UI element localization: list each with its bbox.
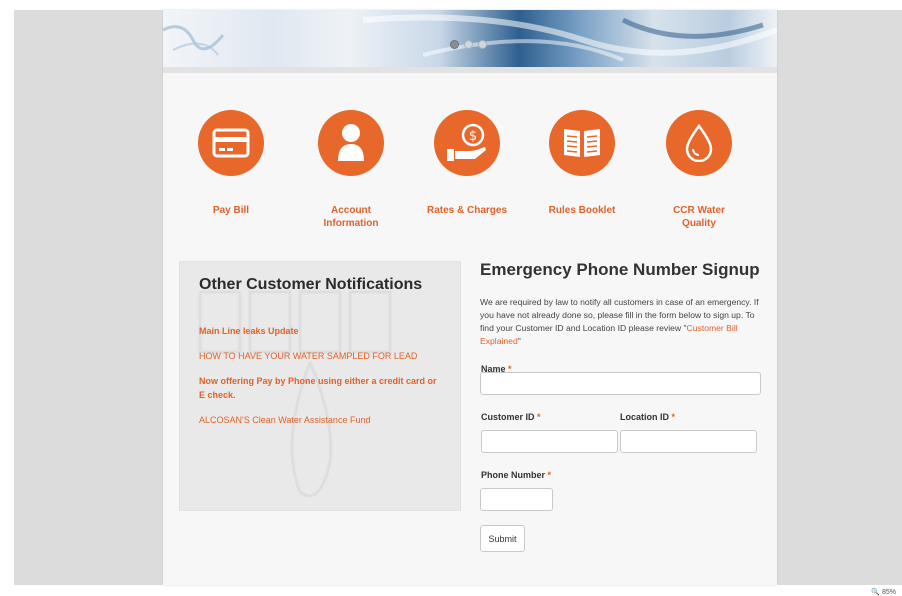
booklet-icon[interactable] — [549, 110, 615, 176]
label-text: Customer ID — [481, 412, 535, 422]
location-id-input[interactable] — [620, 430, 757, 453]
zoom-level: 85% — [881, 588, 896, 596]
signup-title: Emergency Phone Number Signup — [480, 260, 760, 279]
notification-link[interactable]: Main Line leaks Update — [199, 324, 449, 338]
zoom-indicator[interactable]: 🔍 85% — [871, 588, 896, 596]
notifications-title: Other Customer Notifications — [199, 276, 423, 293]
required-mark: * — [547, 470, 552, 480]
carousel-dot-1[interactable] — [450, 40, 459, 49]
label-text: Phone Number — [481, 470, 546, 480]
water-drop-icon[interactable] — [666, 110, 732, 176]
water-splash-graphic — [163, 14, 777, 62]
notification-link[interactable]: HOW TO HAVE YOUR WATER SAMPLED FOR LEAD — [199, 349, 449, 363]
name-input[interactable] — [480, 372, 761, 395]
description-end: " — [517, 336, 521, 346]
quicklink-label[interactable]: Account Information — [316, 204, 386, 230]
quicklink-pay-bill[interactable]: Pay Bill — [186, 110, 276, 217]
customer-id-input[interactable] — [481, 430, 618, 453]
quicklink-label[interactable]: Rates & Charges — [422, 204, 512, 217]
customer-id-label: Customer ID * — [481, 412, 541, 422]
quicklink-label[interactable]: Pay Bill — [186, 204, 276, 217]
quicklink-rates-charges[interactable]: $ Rates & Charges — [422, 110, 512, 217]
carousel-dot-3[interactable] — [478, 40, 487, 49]
banner-divider — [163, 67, 777, 73]
notification-link[interactable]: Now offering Pay by Phone using either a… — [199, 374, 439, 402]
submit-button[interactable]: Submit — [480, 525, 525, 552]
phone-number-input[interactable] — [480, 488, 553, 511]
emergency-signup-form: Emergency Phone Number Signup We are req… — [480, 258, 765, 348]
svg-text:$: $ — [469, 129, 477, 144]
location-id-label: Location ID * — [620, 412, 675, 422]
quicklink-ccr-water-quality[interactable]: CCR Water Quality — [654, 110, 744, 230]
card-icon[interactable] — [198, 110, 264, 176]
customer-notifications-panel: Other Customer Notifications Main Line l… — [179, 261, 461, 511]
quicklink-rules-booklet[interactable]: Rules Booklet — [537, 110, 627, 217]
carousel-dots — [450, 40, 487, 49]
signup-description: We are required by law to notify all cus… — [480, 296, 765, 348]
page-container: Pay Bill Account Information $ Rates & C… — [163, 10, 777, 585]
coin-hand-icon[interactable]: $ — [434, 110, 500, 176]
hero-banner — [163, 10, 777, 67]
quicklink-label[interactable]: CCR Water Quality — [669, 204, 729, 230]
label-text: Location ID — [620, 412, 669, 422]
notification-link[interactable]: ALCOSAN'S Clean Water Assistance Fund — [199, 413, 449, 427]
quicklink-label[interactable]: Rules Booklet — [537, 204, 627, 217]
phone-number-label: Phone Number * — [481, 470, 551, 480]
person-icon[interactable] — [318, 110, 384, 176]
required-mark: * — [537, 412, 541, 422]
required-mark: * — [671, 412, 676, 422]
carousel-dot-2[interactable] — [464, 40, 473, 49]
quicklink-account-information[interactable]: Account Information — [306, 110, 396, 230]
magnifier-icon: 🔍 — [871, 589, 880, 596]
